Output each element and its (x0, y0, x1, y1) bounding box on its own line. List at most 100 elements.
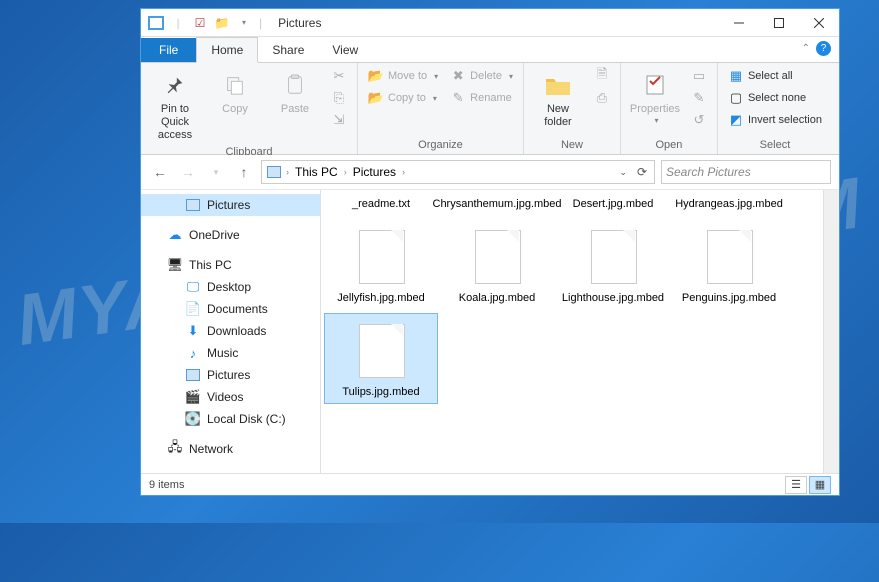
nav-network[interactable]: 🖧Network (141, 438, 320, 460)
refresh-icon[interactable]: ⟳ (634, 165, 650, 179)
nav-localdisk[interactable]: 💽Local Disk (C:) (141, 408, 320, 430)
pin-icon (159, 69, 191, 101)
help-icon[interactable]: ? (816, 41, 831, 56)
file-name: Tulips.jpg.mbed (342, 386, 419, 400)
properties-button[interactable]: Properties (627, 66, 683, 129)
qat-divider: | (169, 14, 187, 32)
history-icon: ↺ (691, 112, 707, 128)
ribbon-group-select: ▦Select all ▢Select none ◩Invert selecti… (718, 63, 832, 154)
ribbon: Pin to Quick access Copy Paste ✂ ⎘ (141, 63, 839, 155)
move-to-button[interactable]: 📂Move to (364, 66, 442, 86)
file-item[interactable]: Hydrangeas.jpg.mbed (673, 194, 785, 216)
nav-pictures-quick[interactable]: Pictures (141, 194, 320, 216)
minimize-button[interactable] (719, 9, 759, 37)
address-box[interactable]: › This PC › Pictures › ⌄ ⟳ (261, 160, 655, 184)
file-item[interactable]: Desert.jpg.mbed (557, 194, 669, 216)
select-none-button[interactable]: ▢Select none (724, 88, 826, 108)
recent-locations-button[interactable]: ▾ (205, 161, 227, 183)
file-thumb-icon (581, 224, 645, 288)
crumb-sep-icon[interactable]: › (286, 167, 289, 177)
tab-share[interactable]: Share (258, 38, 318, 62)
file-item[interactable]: Chrysanthemum.jpg.mbed (441, 194, 553, 216)
file-thumb-icon (349, 318, 413, 382)
file-item[interactable]: Lighthouse.jpg.mbed (557, 220, 669, 310)
file-name: Jellyfish.jpg.mbed (337, 292, 424, 306)
address-dropdown-icon[interactable]: ⌄ (616, 167, 630, 178)
close-button[interactable] (799, 9, 839, 37)
nav-thispc[interactable]: 🖥This PC (141, 254, 320, 276)
file-item[interactable]: _readme.txt (325, 194, 437, 216)
videos-icon: 🎬 (185, 389, 201, 405)
maximize-button[interactable] (759, 9, 799, 37)
open-group-label: Open (627, 139, 711, 153)
delete-icon: ✖ (450, 68, 466, 84)
paste-label: Paste (281, 103, 309, 116)
paste-shortcut-icon: ⇲ (331, 112, 347, 128)
scrollbar[interactable] (823, 190, 839, 473)
back-button[interactable]: ← (149, 161, 171, 183)
paste-button[interactable]: Paste (267, 66, 323, 119)
tab-home[interactable]: Home (196, 37, 258, 63)
documents-icon: 📄 (185, 301, 201, 317)
forward-button[interactable]: → (177, 161, 199, 183)
pin-to-quick-access-button[interactable]: Pin to Quick access (147, 66, 203, 146)
icons-view-button[interactable]: ▦ (809, 476, 831, 494)
nav-music[interactable]: ♪Music (141, 342, 320, 364)
invert-selection-button[interactable]: ◩Invert selection (724, 110, 826, 130)
up-button[interactable]: ↑ (233, 161, 255, 183)
qat-sep: | (257, 16, 264, 30)
new-folder-button[interactable]: New folder (530, 66, 586, 132)
content-pane[interactable]: _readme.txt Chrysanthemum.jpg.mbed Deser… (321, 190, 823, 473)
new-folder-icon (542, 69, 574, 101)
file-item[interactable]: Tulips.jpg.mbed (325, 314, 437, 404)
copy-button[interactable]: Copy (207, 66, 263, 119)
ribbon-group-open: Properties ▭ ✎ ↺ Open (621, 63, 718, 154)
open-button[interactable]: ▭ (687, 66, 711, 86)
title-bar: | ☑ 📁 ▾ | Pictures (141, 9, 839, 37)
copy-to-icon: 📂 (368, 90, 384, 106)
nav-desktop[interactable]: 🖵Desktop (141, 276, 320, 298)
tab-file[interactable]: File (141, 38, 196, 62)
nav-onedrive[interactable]: ☁OneDrive (141, 224, 320, 246)
search-input[interactable]: Search Pictures (661, 160, 831, 184)
music-icon: ♪ (185, 345, 201, 361)
file-item[interactable]: Jellyfish.jpg.mbed (325, 220, 437, 310)
nav-documents[interactable]: 📄Documents (141, 298, 320, 320)
delete-label: Delete (470, 70, 502, 82)
easy-access-button[interactable]: ⎙ (590, 88, 614, 108)
copy-to-button[interactable]: 📂Copy to (364, 88, 442, 108)
rename-button[interactable]: ✎Rename (446, 88, 517, 108)
file-thumb-icon (697, 224, 761, 288)
details-view-button[interactable]: ☰ (785, 476, 807, 494)
properties-qat-icon[interactable]: ☑ (191, 14, 209, 32)
select-all-button[interactable]: ▦Select all (724, 66, 826, 86)
crumb-thispc[interactable]: This PC (293, 165, 340, 179)
file-item[interactable]: Penguins.jpg.mbed (673, 220, 785, 310)
nav-videos[interactable]: 🎬 Videos (141, 386, 320, 408)
file-item[interactable]: Koala.jpg.mbed (441, 220, 553, 310)
tab-view[interactable]: View (318, 38, 372, 62)
navigation-pane[interactable]: Pictures ☁OneDrive 🖥This PC 🖵Desktop 📄Do… (141, 190, 321, 473)
properties-icon (639, 69, 671, 101)
crumb-sep-icon[interactable]: › (402, 167, 405, 177)
ribbon-collapse-icon[interactable]: ⌃ (802, 43, 810, 54)
copy-path-button[interactable]: ⎘ (327, 88, 351, 108)
cut-button[interactable]: ✂ (327, 66, 351, 86)
file-name: Chrysanthemum.jpg.mbed (433, 198, 562, 212)
crumb-pictures[interactable]: Pictures (351, 165, 398, 179)
nav-label: Videos (207, 390, 243, 404)
select-none-label: Select none (748, 92, 806, 104)
delete-button[interactable]: ✖ Delete (446, 66, 517, 86)
nav-pictures[interactable]: Pictures (141, 364, 320, 386)
qat-dropdown-icon[interactable]: ▾ (235, 14, 253, 32)
new-folder-label: New folder (532, 103, 584, 129)
nav-downloads[interactable]: ⬇Downloads (141, 320, 320, 342)
edit-button[interactable]: ✎ (687, 88, 711, 108)
new-item-button[interactable]: 🗎 (590, 66, 614, 86)
crumb-sep-icon[interactable]: › (344, 167, 347, 177)
ribbon-group-clipboard: Pin to Quick access Copy Paste ✂ ⎘ (141, 63, 358, 154)
network-icon: 🖧 (167, 441, 183, 457)
folder-qat-icon[interactable]: 📁 (213, 14, 231, 32)
paste-shortcut-button[interactable]: ⇲ (327, 110, 351, 130)
history-button[interactable]: ↺ (687, 110, 711, 130)
